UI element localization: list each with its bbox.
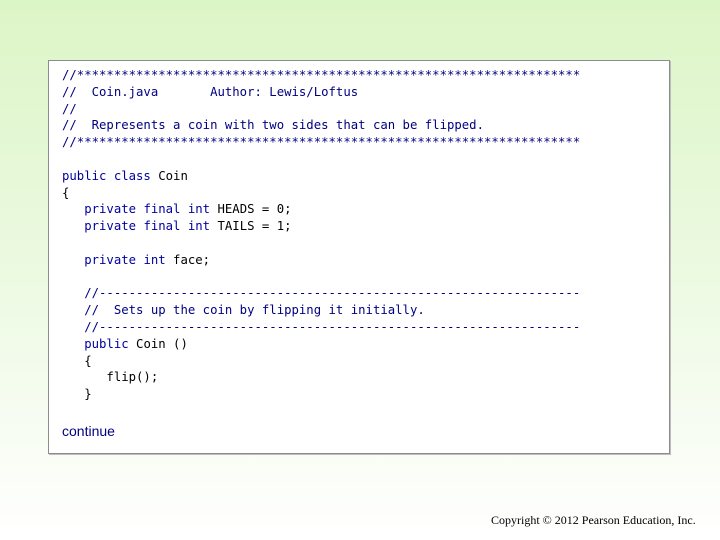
code-comment: //**************************************… xyxy=(62,135,581,150)
code-keyword: public class xyxy=(62,168,151,183)
code-line: public Coin () xyxy=(62,336,580,353)
code-keyword: private final int xyxy=(84,202,211,217)
code-line: { xyxy=(62,185,580,202)
copyright-notice: Copyright © 2012 Pearson Education, Inc. xyxy=(491,513,696,527)
code-text: } xyxy=(62,387,92,402)
code-line: private final int HEADS = 0; xyxy=(62,201,580,218)
code-line: //**************************************… xyxy=(62,67,580,84)
code-line: flip(); xyxy=(62,369,580,386)
code-keyword: public xyxy=(84,336,129,351)
code-text: face; xyxy=(165,252,211,267)
code-line: //**************************************… xyxy=(62,134,580,151)
code-line: private int face; xyxy=(62,252,580,269)
code-text: { xyxy=(62,185,70,200)
code-listing-box: //**************************************… xyxy=(48,60,670,454)
code-line: { xyxy=(62,353,580,370)
code-listing: //**************************************… xyxy=(62,67,580,403)
code-line: // Coin.java Author: Lewis/Loftus xyxy=(62,84,580,101)
code-keyword: private final int xyxy=(84,219,211,234)
continue-label: continue xyxy=(62,423,115,439)
code-line: // xyxy=(62,101,580,118)
code-comment: // xyxy=(62,101,77,116)
code-line: // Represents a coin with two sides that… xyxy=(62,117,580,134)
code-comment: //--------------------------------------… xyxy=(62,286,581,301)
code-line: private final int TAILS = 1; xyxy=(62,218,580,235)
code-comment: // Coin.java Author: Lewis/Loftus xyxy=(62,84,359,99)
code-text: { xyxy=(62,353,92,368)
code-comment: // Sets up the coin by flipping it initi… xyxy=(62,303,425,318)
code-comment: // Represents a coin with two sides that… xyxy=(62,118,484,133)
code-comment: //**************************************… xyxy=(62,68,581,82)
code-line: //--------------------------------------… xyxy=(62,319,580,336)
code-line: // Sets up the coin by flipping it initi… xyxy=(62,302,580,319)
code-text: flip(); xyxy=(62,370,159,385)
code-comment: //--------------------------------------… xyxy=(62,319,581,334)
code-text: HEADS = 0; xyxy=(210,202,292,217)
code-keyword: private int xyxy=(84,252,166,267)
code-line: //--------------------------------------… xyxy=(62,285,580,302)
code-text: Coin xyxy=(150,168,188,183)
code-text: Coin () xyxy=(128,336,188,351)
code-line: } xyxy=(62,386,580,403)
code-text: TAILS = 1; xyxy=(210,219,292,234)
code-line: public class Coin xyxy=(62,168,580,185)
